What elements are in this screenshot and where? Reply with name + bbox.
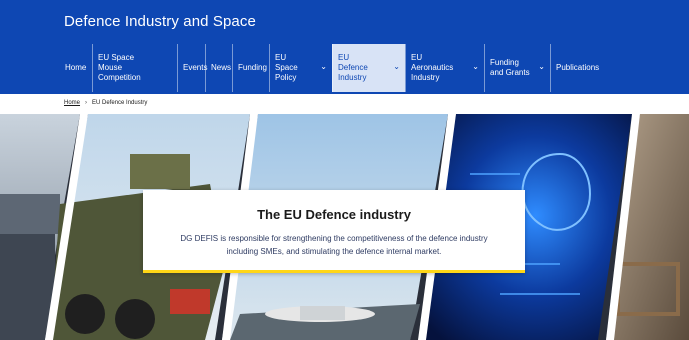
nav-item-label: Funding [238, 63, 267, 72]
nav-item-label: EU Space Policy [275, 53, 298, 82]
site-title[interactable]: Defence Industry and Space [64, 13, 256, 30]
nav-item-label: Home [65, 63, 87, 72]
ship-silhouette [0, 194, 60, 234]
hero-title: The EU Defence industry [257, 207, 411, 222]
chevron-down-icon: ⌄ [320, 62, 327, 71]
nav-item-space-policy[interactable]: EU Space Policy ⌄ [269, 44, 332, 92]
nav-item-label: News [211, 63, 232, 72]
vehicle-turret [130, 154, 190, 189]
nav-item-aeronautics-industry[interactable]: EU Aeronautics Industry ⌄ [405, 44, 484, 92]
nav-item-label: Events [183, 63, 208, 72]
breadcrumb-current: EU Defence Industry [92, 100, 148, 106]
hero-caption-card: The EU Defence industry DG DEFIS is resp… [143, 190, 525, 273]
vehicle-stripe-plate [170, 289, 210, 314]
nav-item-home[interactable]: Home [60, 44, 92, 92]
nav-item-label: Publications [556, 63, 600, 72]
hero-description: DG DEFIS is responsible for strengthenin… [180, 234, 488, 256]
nav-item-label: Funding and Grants [490, 58, 530, 77]
nav-item-label: EU Space Mouse Competition [98, 53, 141, 82]
breadcrumb-separator: › [85, 100, 88, 106]
vehicle-wheel [115, 299, 155, 339]
nav-item-defence-industry[interactable]: EU Defence Industry ⌄ [332, 44, 405, 92]
main-navigation: Home EU Space Mouse Competition Events N… [60, 44, 682, 92]
nav-item-label: EU Aeronautics Industry [411, 53, 454, 82]
nav-item-funding[interactable]: Funding [232, 44, 269, 92]
site-header: Defence Industry and Space Home EU Space… [0, 0, 689, 94]
harbour-water [0, 234, 55, 340]
chevron-down-icon: ⌄ [393, 62, 400, 71]
nav-item-label: EU Defence Industry [338, 53, 368, 82]
chevron-down-icon: ⌄ [538, 62, 545, 71]
chevron-down-icon: ⌄ [472, 62, 479, 71]
drone-fuselage [300, 306, 345, 320]
vehicle-wheel [65, 294, 105, 334]
nav-item-publications[interactable]: Publications [550, 44, 620, 92]
nav-item-news[interactable]: News [205, 44, 232, 92]
nav-item-space-mouse-competition[interactable]: EU Space Mouse Competition [92, 44, 177, 92]
breadcrumb: Home › EU Defence Industry [64, 97, 147, 109]
nav-item-events[interactable]: Events [177, 44, 208, 92]
breadcrumb-home-link[interactable]: Home [64, 100, 80, 106]
nav-item-funding-and-grants[interactable]: Funding and Grants ⌄ [484, 44, 550, 92]
